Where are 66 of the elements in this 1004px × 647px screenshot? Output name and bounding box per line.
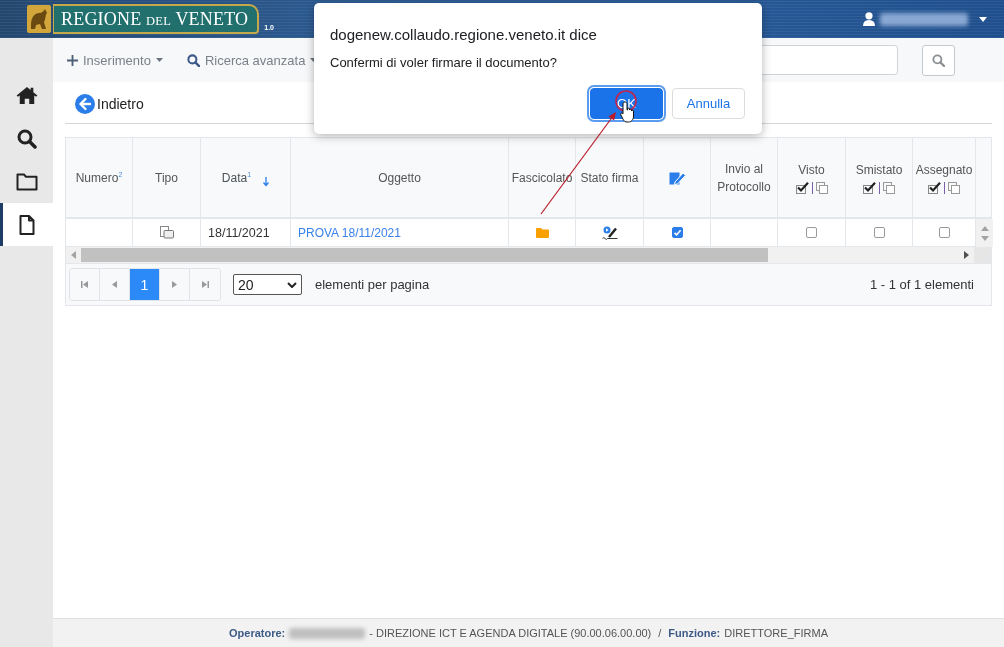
horizontal-scrollbar[interactable] <box>66 247 991 263</box>
page-size-label: elementi per pagina <box>315 277 430 292</box>
folder-icon[interactable] <box>535 227 549 238</box>
search-icon <box>932 53 945 67</box>
sort-down-icon[interactable] <box>263 176 270 187</box>
column-header[interactable]: Visto <box>798 161 825 179</box>
search-button[interactable] <box>922 44 955 76</box>
dialog-title: dogenew.collaudo.regione.veneto.it dice <box>330 25 598 45</box>
subject-link[interactable]: PROVA 18/11/2021 <box>298 225 401 240</box>
caret-icon <box>979 16 987 22</box>
operator-label: Operatore: <box>229 627 286 639</box>
department-text: - DIREZIONE ICT E AGENDA DIGITALE (90.00.06.00.00) <box>369 627 652 639</box>
copy-icon[interactable] <box>883 182 895 194</box>
column-header[interactable]: Tipo <box>155 168 178 187</box>
menu-button[interactable]: Ricerca avanzata <box>186 52 318 68</box>
column-header[interactable]: Stato firma <box>580 168 639 187</box>
user-menu-button[interactable] <box>863 12 987 26</box>
user-icon <box>863 12 875 26</box>
emblem-icon <box>27 5 51 33</box>
last-page-icon <box>201 281 209 288</box>
caret-icon <box>155 58 163 62</box>
chevron-down-icon <box>287 281 297 288</box>
column-header[interactable]: Data$^{1}$ <box>221 168 252 187</box>
function-text: DIRETTORE_FIRMA <box>724 627 828 639</box>
copy-icon[interactable] <box>948 182 960 194</box>
document-icon <box>18 214 35 235</box>
checkbox[interactable] <box>671 227 683 238</box>
signature-icon[interactable] <box>601 225 618 240</box>
page-size-select[interactable]: 20 <box>233 274 302 295</box>
column-header[interactable]: Assegnato <box>915 161 973 179</box>
sidebar-item[interactable] <box>0 203 53 246</box>
check-all-icon[interactable] <box>863 182 876 194</box>
check-all-icon[interactable] <box>928 182 941 194</box>
documents-icon <box>159 226 174 239</box>
logo-title: REGIONE DEL VENETO <box>53 4 260 34</box>
dialog-button[interactable]: Annulla <box>672 88 745 119</box>
function-label: Funzione: <box>668 627 721 639</box>
edit-icon <box>668 170 686 185</box>
menu-button[interactable]: Inserimento <box>67 52 163 68</box>
footer-separator: / <box>658 627 662 639</box>
back-link[interactable]: Indietro <box>75 92 144 116</box>
vertical-scrollbar[interactable] <box>976 219 993 247</box>
folder-icon <box>15 172 38 191</box>
first-page-icon <box>81 281 88 288</box>
search-icon <box>16 128 37 149</box>
right-arrow-icon[interactable] <box>964 251 969 259</box>
down-arrow-icon[interactable] <box>980 235 989 241</box>
column-header[interactable]: Oggetto <box>378 168 421 187</box>
left-arrow-icon[interactable] <box>71 251 76 259</box>
check-all-icon[interactable] <box>795 182 809 194</box>
column-header[interactable]: Smistato <box>855 161 903 179</box>
plus-icon <box>67 54 78 66</box>
checkbox[interactable] <box>806 227 817 238</box>
column-header[interactable]: Numero$^{2}$ <box>75 168 123 187</box>
checkbox[interactable] <box>938 227 950 238</box>
previous-page-icon <box>112 281 117 288</box>
copy-icon[interactable] <box>815 182 828 194</box>
column-header[interactable]: Invio al Protocollo <box>712 159 776 196</box>
up-arrow-icon[interactable] <box>980 225 989 231</box>
pager-summary: 1 - 1 of 1 elementi <box>869 277 974 292</box>
checkbox[interactable] <box>873 227 885 238</box>
home-icon <box>15 86 38 105</box>
search-icon <box>186 53 200 67</box>
dialog-message: Confermi di voler firmare il documento? <box>330 54 558 72</box>
next-page-icon <box>172 281 177 288</box>
scrollbar-thumb[interactable] <box>81 248 768 262</box>
